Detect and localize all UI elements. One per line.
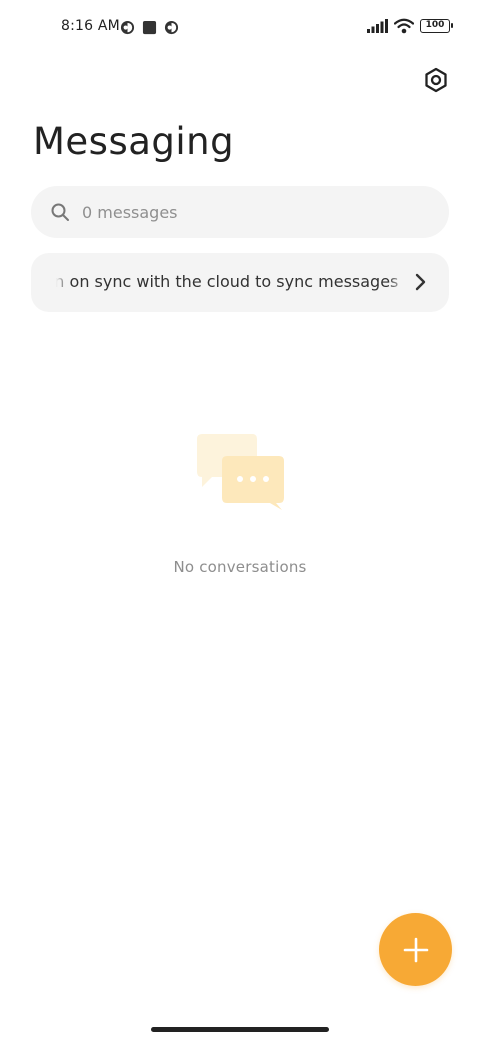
sync-text-container: rn on sync with the cloud to sync messag…	[56, 253, 406, 312]
search-input[interactable]	[82, 202, 402, 222]
page-title: Messaging	[33, 120, 235, 163]
status-indicators: 100	[367, 18, 453, 34]
new-message-button[interactable]	[379, 913, 452, 986]
chevron-right-icon	[415, 273, 426, 291]
sync-banner-text: rn on sync with the cloud to sync messag…	[56, 272, 399, 291]
status-time: 8:16 AM	[61, 18, 120, 34]
sync-banner[interactable]: rn on sync with the cloud to sync messag…	[31, 253, 449, 312]
empty-state-text: No conversations	[173, 558, 307, 576]
stop-square-icon	[142, 20, 157, 35]
wifi-icon	[394, 18, 414, 34]
settings-hexagon-icon	[425, 67, 447, 93]
battery-icon: 100	[420, 19, 453, 33]
plus-icon	[403, 937, 428, 962]
status-bar: 8:16 AM 100	[0, 0, 480, 56]
signal-icon	[367, 19, 388, 33]
notification-icon	[120, 20, 135, 35]
search-bar[interactable]	[31, 186, 449, 238]
chat-bubbles-icon	[197, 434, 284, 510]
home-indicator[interactable]	[151, 1027, 329, 1032]
notification-icon	[164, 20, 179, 35]
search-icon	[51, 203, 69, 221]
settings-button[interactable]	[420, 64, 452, 96]
